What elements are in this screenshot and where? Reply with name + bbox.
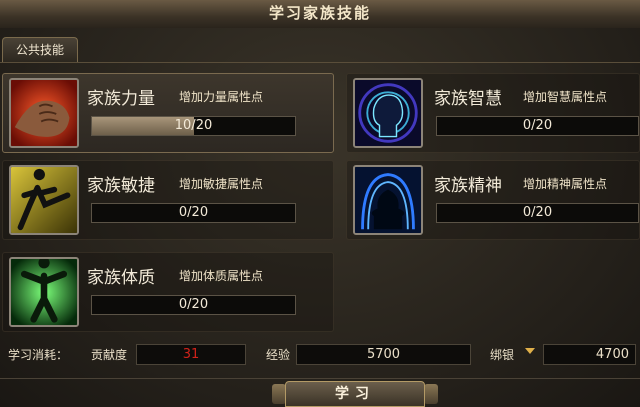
learning-cost-row: 学习消耗： 贡献度 31 经验 5700 绑银 4700 (0, 340, 640, 370)
bottom-divider (0, 378, 640, 379)
skill-card-spirit[interactable]: 家族精神 增加精神属性点 0/20 (346, 160, 640, 240)
learn-button-right-ornament (424, 384, 438, 404)
skill-progress-bar: 10/20 (91, 116, 296, 136)
contribution-value: 31 (136, 344, 246, 365)
skill-card-strength[interactable]: 家族力量 增加力量属性点 10/20 (2, 73, 334, 153)
progress-text: 0/20 (522, 118, 553, 133)
skill-name: 家族体质 (87, 268, 155, 288)
skill-description: 增加体质属性点 (179, 269, 264, 283)
cost-label: 学习消耗： (8, 348, 69, 362)
window-title: 学习家族技能 (0, 0, 640, 29)
skill-name: 家族力量 (87, 89, 155, 109)
contribution-label: 贡献度 (91, 348, 128, 362)
learn-button[interactable]: 学习 (285, 381, 425, 407)
skill-progress-bar: 0/20 (436, 116, 639, 136)
silver-value: 4700 (543, 344, 636, 365)
skill-card-wisdom[interactable]: 家族智慧 增加智慧属性点 0/20 (346, 73, 640, 153)
skill-description: 增加智慧属性点 (523, 90, 608, 104)
exp-label: 经验 (266, 348, 291, 362)
silver-dropdown-icon[interactable] (525, 348, 535, 354)
skill-description: 增加敏捷属性点 (179, 177, 264, 191)
skill-name: 家族精神 (434, 176, 502, 196)
kick-figure-icon (9, 165, 79, 235)
skill-card-constitution[interactable]: 家族体质 增加体质属性点 0/20 (2, 252, 334, 332)
body-aura-icon (9, 257, 79, 327)
head-brain-icon (353, 78, 423, 148)
progress-text: 0/20 (178, 205, 209, 220)
skill-description: 增加精神属性点 (523, 177, 608, 191)
exp-value: 5700 (296, 344, 471, 365)
skill-name: 家族敏捷 (87, 176, 155, 196)
progress-text: 0/20 (522, 205, 553, 220)
progress-text: 10/20 (174, 118, 213, 133)
silver-label: 绑银 (490, 348, 515, 362)
spirit-silhouette-icon (353, 165, 423, 235)
progress-text: 0/20 (178, 297, 209, 312)
tab-divider (0, 62, 640, 63)
skill-card-agility[interactable]: 家族敏捷 增加敏捷属性点 0/20 (2, 160, 334, 240)
skill-name: 家族智慧 (434, 89, 502, 109)
skill-description: 增加力量属性点 (179, 90, 264, 104)
tab-public-skills[interactable]: 公共技能 (2, 37, 78, 62)
skill-progress-bar: 0/20 (91, 295, 296, 315)
skill-progress-bar: 0/20 (91, 203, 296, 223)
fist-icon (9, 78, 79, 148)
learn-button-left-ornament (272, 384, 286, 404)
skill-progress-bar: 0/20 (436, 203, 639, 223)
